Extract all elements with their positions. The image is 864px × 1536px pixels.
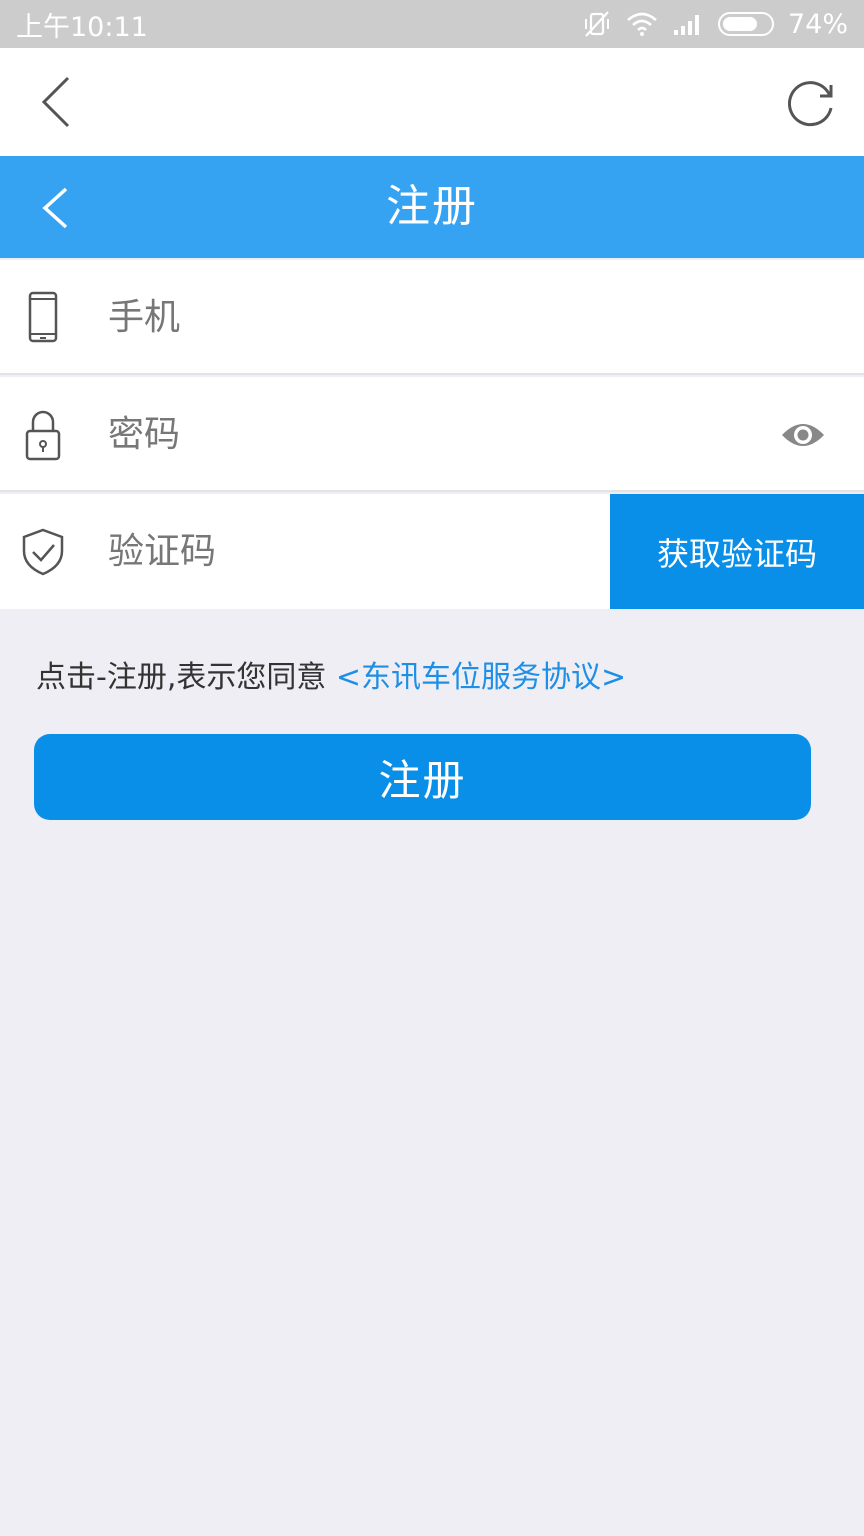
vibrate-off-icon <box>584 11 609 37</box>
phone-row <box>0 260 864 375</box>
browser-back-icon[interactable] <box>36 74 76 130</box>
phone-icon <box>28 291 58 343</box>
agreement-link[interactable]: <东讯车位服务协议> <box>336 660 626 695</box>
refresh-icon[interactable] <box>784 76 838 130</box>
wifi-icon <box>627 12 657 36</box>
lock-icon <box>25 410 61 461</box>
eye-icon[interactable] <box>780 417 826 453</box>
browser-bar <box>0 48 864 156</box>
battery-icon <box>717 12 774 36</box>
get-code-button[interactable]: 获取验证码 <box>610 494 864 609</box>
code-input[interactable] <box>108 494 598 609</box>
status-icons: 74% <box>582 9 848 40</box>
battery-percent: 74% <box>787 8 848 40</box>
agreement-prefix: 点击-注册,表示您同意 <box>36 660 336 695</box>
app-header: 注册 <box>0 156 864 258</box>
status-time: 上午10:11 <box>16 11 148 43</box>
password-row <box>0 377 864 492</box>
phone-input[interactable] <box>108 260 588 375</box>
page-title: 注册 <box>386 181 478 232</box>
shield-check-icon <box>22 528 64 576</box>
status-bar: 上午10:11 74% <box>0 0 864 48</box>
agreement-text: 点击-注册,表示您同意 <东讯车位服务协议> <box>36 652 626 696</box>
register-button[interactable]: 注册 <box>34 734 811 820</box>
signal-icon <box>673 15 699 35</box>
password-input[interactable] <box>108 377 588 492</box>
